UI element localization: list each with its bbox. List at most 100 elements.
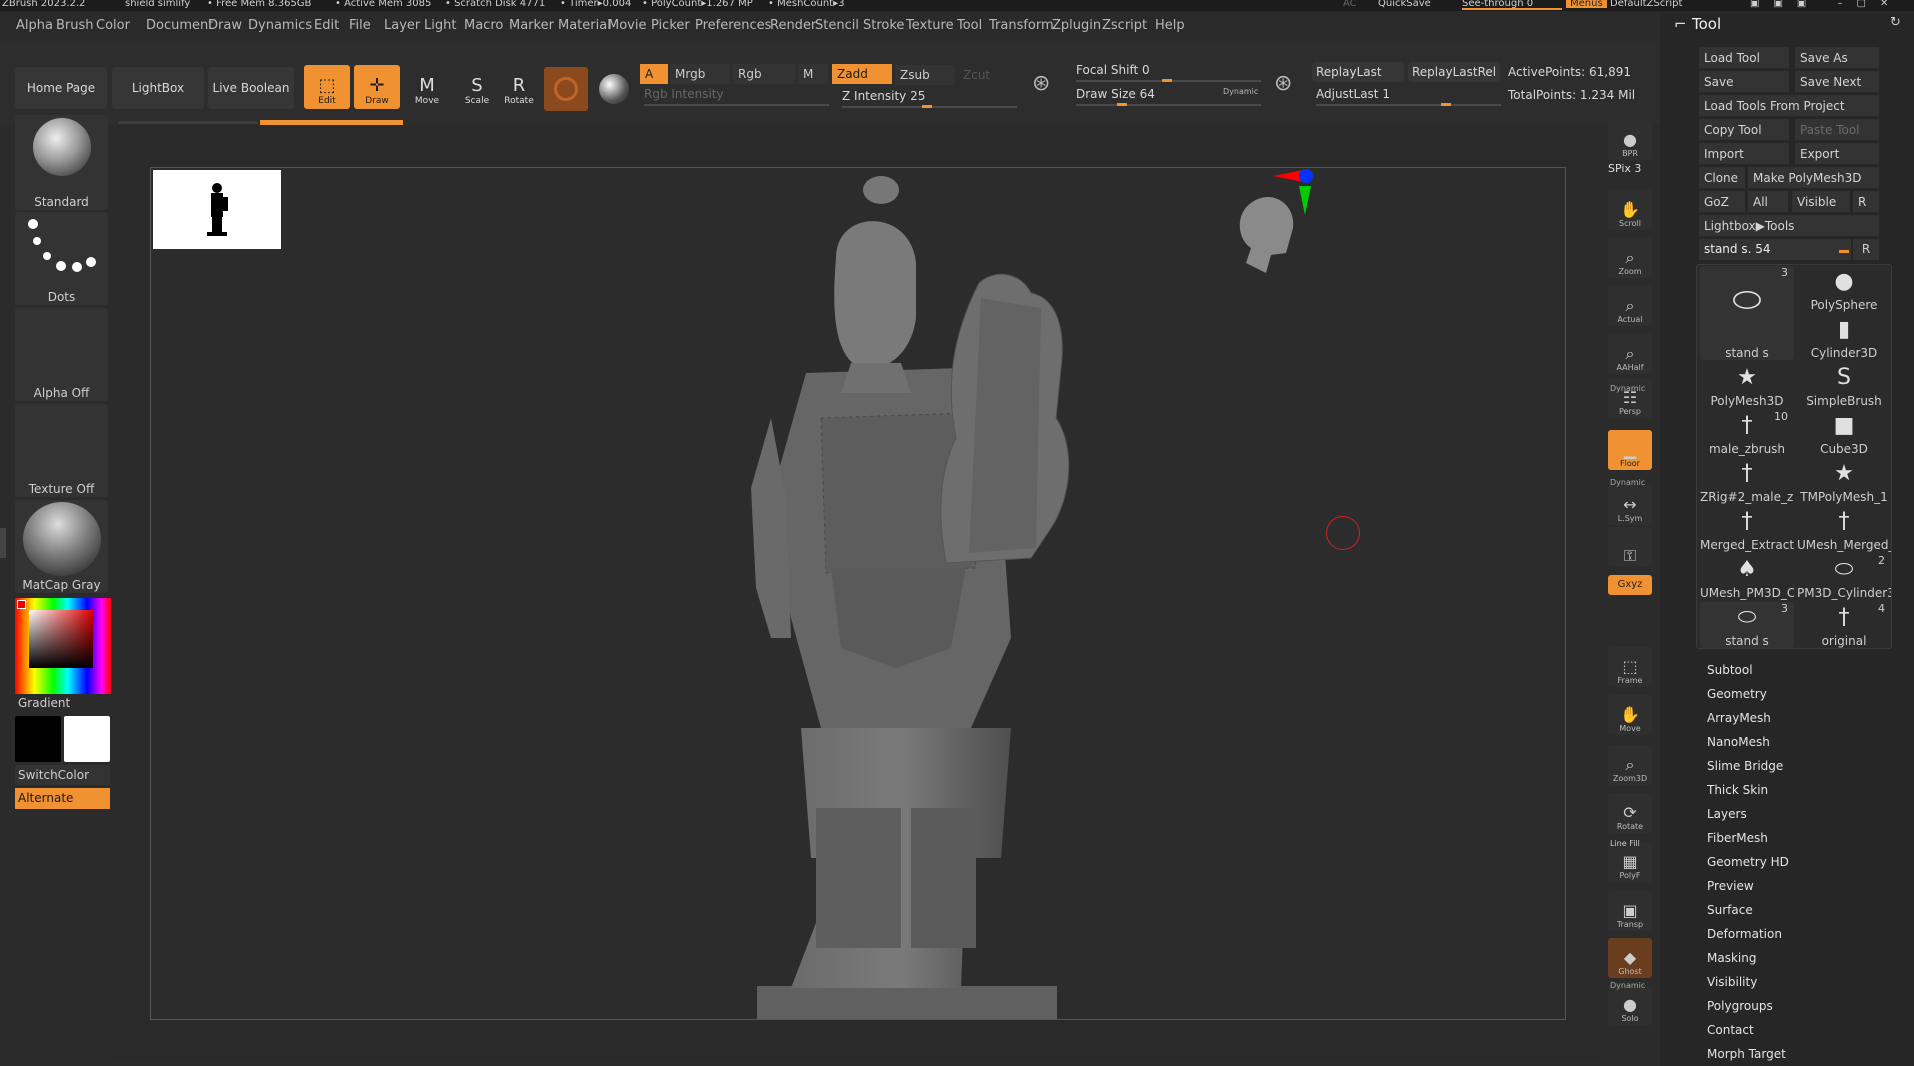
rgb-intensity-slider[interactable]: Rgb Intensity: [644, 87, 724, 101]
zadd-toggle[interactable]: Zadd: [832, 64, 892, 84]
goz-button[interactable]: GoZ: [1699, 191, 1745, 212]
draw-size-track[interactable]: [1076, 104, 1261, 106]
draw-tool-button[interactable]: ✛ Draw: [354, 65, 400, 109]
adjust-last-track[interactable]: [1316, 104, 1501, 106]
actual-button[interactable]: ⌕ Actual: [1608, 286, 1652, 326]
menu-movie[interactable]: Movie: [608, 18, 646, 33]
frame-button[interactable]: ⬚ Frame: [1608, 647, 1652, 687]
polyf-button[interactable]: ▦ PolyF: [1608, 842, 1652, 882]
subtool-slider[interactable]: stand s. 54: [1699, 239, 1851, 260]
aahalf-button[interactable]: ⌕ AAHalf: [1608, 334, 1652, 374]
menu-light[interactable]: Light: [424, 18, 456, 33]
tool-thumb[interactable]: † original 4: [1797, 602, 1891, 648]
subpalette-layers[interactable]: Layers: [1707, 807, 1747, 821]
quicksave-button[interactable]: QuickSave: [1378, 0, 1431, 9]
menu-file[interactable]: File: [349, 18, 371, 33]
copy-tool-button[interactable]: Copy Tool: [1699, 119, 1789, 140]
load-tools-from-project-button[interactable]: Load Tools From Project: [1699, 95, 1879, 116]
subpalette-visibility[interactable]: Visibility: [1707, 975, 1757, 989]
menu-stencil[interactable]: Stencil: [815, 18, 859, 33]
bpr-button[interactable]: ● BPR: [1608, 120, 1652, 160]
menu-layer[interactable]: Layer: [384, 18, 420, 33]
secondary-color-swatch[interactable]: [64, 716, 110, 762]
alpha-selector[interactable]: Alpha Off: [15, 308, 108, 401]
rotate-button[interactable]: ⟳ Rotate: [1608, 793, 1652, 833]
draw-size-knob[interactable]: [1117, 103, 1127, 106]
replay-last-button[interactable]: ReplayLast: [1312, 62, 1404, 82]
menu-material[interactable]: Material: [558, 18, 611, 33]
tool-thumb[interactable]: S SimpleBrush: [1797, 362, 1891, 408]
edit-tool-button[interactable]: ⬚ Edit: [304, 65, 350, 109]
menu-tool[interactable]: Tool: [957, 18, 982, 33]
tool-pin-icon[interactable]: ⌐: [1674, 15, 1687, 33]
rotate-tool-button[interactable]: R Rotate: [496, 65, 542, 109]
export-button[interactable]: Export: [1795, 143, 1879, 164]
navigator-thumbnail[interactable]: [153, 170, 281, 249]
subpalette-thick-skin[interactable]: Thick Skin: [1707, 783, 1768, 797]
main-color-swatch[interactable]: [15, 716, 61, 762]
subtool-r-button[interactable]: R: [1853, 239, 1879, 260]
menu-macro[interactable]: Macro: [464, 18, 503, 33]
lock-button[interactable]: ⚿: [1608, 527, 1652, 567]
menu-alpha[interactable]: Alpha: [16, 18, 53, 33]
subpalette-geometry[interactable]: Geometry: [1707, 687, 1767, 701]
tool-thumb[interactable]: † ZRig#2_male_zbr: [1700, 458, 1794, 504]
subpalette-polygroups[interactable]: Polygroups: [1707, 999, 1773, 1013]
menu-stroke[interactable]: Stroke: [863, 18, 904, 33]
save-as-button[interactable]: Save As: [1795, 47, 1879, 68]
tool-thumb[interactable]: † Merged_Extract1: [1700, 506, 1794, 552]
clone-button[interactable]: Clone: [1699, 167, 1745, 188]
menu-zscript[interactable]: Zscript: [1102, 18, 1147, 33]
subpalette-deformation[interactable]: Deformation: [1707, 927, 1782, 941]
subpalette-geometry-hd[interactable]: Geometry HD: [1707, 855, 1789, 869]
rgb-intensity-track[interactable]: [644, 104, 829, 106]
home-page-button[interactable]: Home Page: [15, 67, 107, 109]
subpalette-preview[interactable]: Preview: [1707, 879, 1754, 893]
menu-help[interactable]: Help: [1155, 18, 1185, 33]
menu-texture[interactable]: Texture: [906, 18, 954, 33]
focal-shift-slider[interactable]: Focal Shift 0: [1076, 63, 1150, 77]
zoom3d-button[interactable]: ⌕ Zoom3D: [1608, 745, 1652, 785]
l-sym-button[interactable]: ↔ L.Sym: [1608, 485, 1652, 525]
subtool-slider-knob[interactable]: [1839, 250, 1849, 253]
tool-thumb[interactable]: ⬭ PM3D_Cylinder3 2: [1797, 554, 1891, 600]
material-sphere-icon[interactable]: [544, 67, 588, 111]
floor-button[interactable]: ▁ Floor: [1608, 430, 1652, 470]
menu-dynamics[interactable]: Dynamics: [248, 18, 312, 33]
paste-tool-button[interactable]: Paste Tool: [1795, 119, 1879, 140]
subpalette-nanomesh[interactable]: NanoMesh: [1707, 735, 1770, 749]
menus-button[interactable]: Menus: [1566, 0, 1607, 9]
menu-draw[interactable]: Draw: [208, 18, 242, 33]
subpalette-slime-bridge[interactable]: Slime Bridge: [1707, 759, 1783, 773]
tool-thumb[interactable]: ⬭ stand s 3: [1700, 602, 1794, 648]
live-boolean-button[interactable]: Live Boolean: [208, 67, 294, 109]
menu-render[interactable]: Render: [770, 18, 816, 33]
lazymouse-s-icon[interactable]: ⊛: [1032, 71, 1050, 96]
spix-label[interactable]: SPix 3: [1608, 162, 1641, 175]
lightbox-button[interactable]: LightBox: [112, 67, 204, 109]
menu-color[interactable]: Color: [96, 18, 130, 33]
tool-palette-title[interactable]: Tool: [1692, 15, 1721, 33]
visible-button[interactable]: Visible: [1792, 191, 1850, 212]
dynamic-label[interactable]: Dynamic: [1223, 87, 1258, 96]
subpalette-masking[interactable]: Masking: [1707, 951, 1756, 965]
lightbox-tools-button[interactable]: Lightbox▶Tools: [1699, 215, 1879, 236]
tool-thumb[interactable]: ★ PolyMesh3D: [1700, 362, 1794, 408]
material-selector[interactable]: MatCap Gray: [15, 500, 108, 593]
all-button[interactable]: All: [1748, 191, 1788, 212]
adjust-last-knob[interactable]: [1441, 103, 1451, 106]
mrgb-toggle[interactable]: Mrgb: [670, 64, 730, 84]
tool-thumb[interactable]: ♠ UMesh_PM3D_C: [1700, 554, 1794, 600]
texture-selector[interactable]: Texture Off: [15, 404, 108, 497]
lazymouse-d-icon[interactable]: ⊛: [1274, 71, 1292, 96]
viewport-canvas[interactable]: [150, 167, 1566, 1020]
color-square[interactable]: [29, 610, 93, 668]
zsub-toggle[interactable]: Zsub: [895, 65, 955, 85]
tool-thumb[interactable]: ■ Cube3D: [1797, 410, 1891, 456]
load-tool-button[interactable]: Load Tool: [1699, 47, 1789, 68]
save-button[interactable]: Save: [1699, 71, 1789, 92]
subpalette-morph-target[interactable]: Morph Target: [1707, 1047, 1786, 1061]
tool-thumb[interactable]: ● PolySphere: [1797, 266, 1891, 312]
default-zscript[interactable]: DefaultZScript: [1610, 0, 1682, 9]
a-toggle[interactable]: A: [640, 64, 668, 84]
